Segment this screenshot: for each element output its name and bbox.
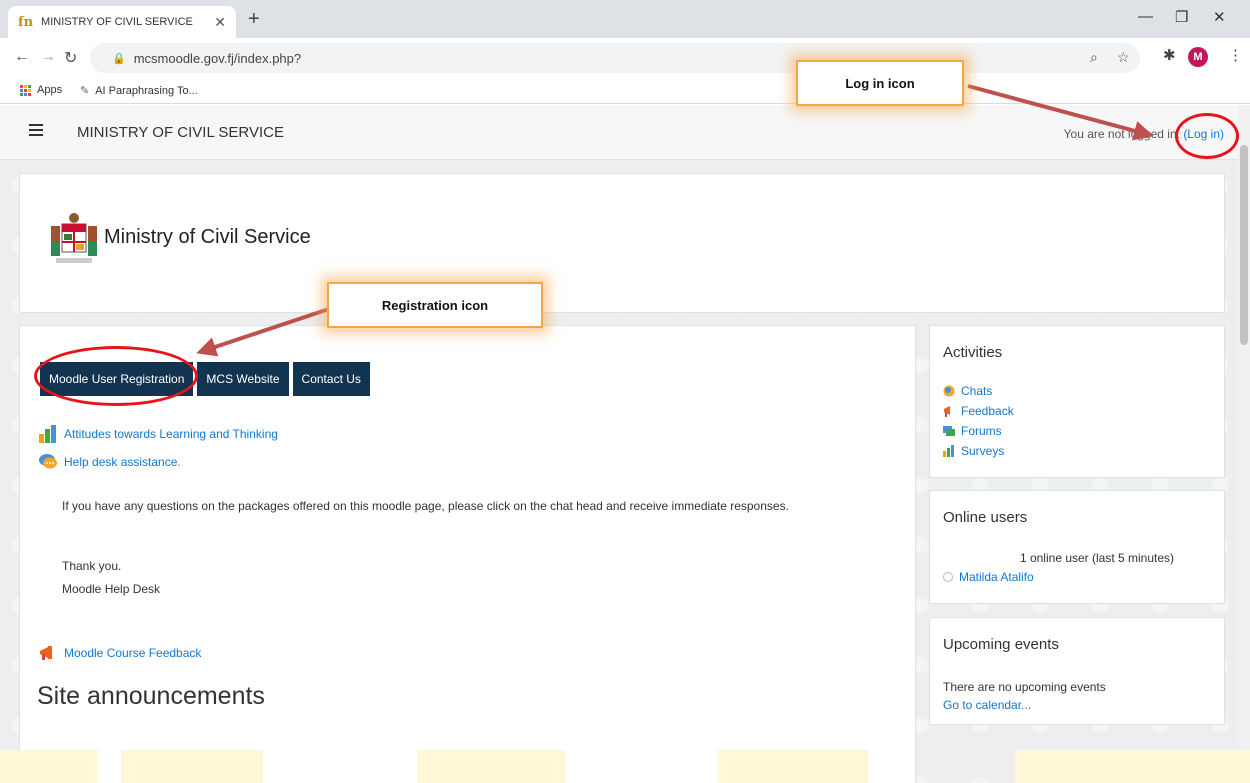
activities-block: Activities Chats Feedback Forums Surveys	[929, 325, 1225, 478]
fiji-coat-of-arms-icon	[51, 213, 97, 263]
site-announcements-heading: Site announcements	[37, 682, 265, 710]
site-logo[interactable]: Ministry of Civil Service	[48, 208, 311, 270]
activities-block-title: Activities	[943, 344, 1003, 361]
upcoming-events-title: Upcoming events	[943, 636, 1059, 653]
browser-tab[interactable]: fn MINISTRY OF CIVIL SERVICE ✕	[8, 6, 236, 38]
chat-icon	[39, 454, 57, 469]
url-text: mcsmoodle.gov.fj/index.php?	[133, 50, 302, 66]
bookmark-apps[interactable]: Apps	[20, 84, 62, 96]
chat-icon	[943, 385, 955, 397]
activity-attitudes-survey[interactable]: Attitudes towards Learning and Thinking	[38, 425, 278, 443]
login-status-text: You are not logged in.	[1063, 127, 1180, 141]
page-scrollbar[interactable]	[1238, 105, 1250, 783]
activity-label: Attitudes towards Learning and Thinking	[64, 427, 278, 441]
activity-help-desk[interactable]: Help desk assistance.	[38, 453, 181, 471]
survey-icon	[39, 425, 56, 443]
site-name[interactable]: MINISTRY OF CIVIL SERVICE	[77, 124, 284, 141]
activity-label: Help desk assistance.	[64, 455, 181, 469]
new-tab-button[interactable]: +	[248, 8, 260, 31]
browser-tab-bar: fn MINISTRY OF CIVIL SERVICE ✕ + — ❐ ✕	[0, 0, 1250, 38]
thanks-text: Thank you.	[62, 559, 122, 573]
megaphone-icon	[40, 646, 52, 660]
bottom-highlight-stripes	[0, 750, 1250, 783]
extensions-icon[interactable]: ✱	[1163, 46, 1176, 64]
activity-label: Moodle Course Feedback	[64, 646, 202, 660]
bookmark-label: AI Paraphrasing To...	[95, 84, 198, 97]
forum-icon	[943, 426, 955, 436]
no-events-text: There are no upcoming events	[943, 680, 1106, 694]
moodle-page: MINISTRY OF CIVIL SERVICE You are not lo…	[0, 105, 1238, 783]
reload-icon[interactable]: ↻	[64, 48, 77, 68]
online-users-title: Online users	[943, 509, 1028, 526]
logo-text: Ministry of Civil Service	[104, 225, 311, 248]
browser-menu-icon[interactable]: ⋮	[1228, 46, 1243, 64]
sidebar-item-forums[interactable]: Forums	[943, 424, 1002, 438]
scrollbar-thumb[interactable]	[1240, 145, 1248, 345]
sidebar-item-label: Chats	[961, 384, 993, 398]
sidebar-item-label: Feedback	[961, 404, 1014, 418]
help-description: If you have any questions on the package…	[62, 499, 789, 513]
contact-us-button[interactable]: Contact Us	[292, 362, 370, 396]
feedback-icon	[944, 406, 950, 417]
sidebar-item-surveys[interactable]: Surveys	[943, 444, 1004, 458]
restore-icon[interactable]: ❐	[1175, 8, 1188, 26]
registration-highlight-ellipse	[34, 346, 198, 406]
feather-icon: ✎	[80, 85, 90, 97]
page-header: Ministry of Civil Service	[19, 173, 1225, 313]
profile-avatar[interactable]: M	[1188, 47, 1208, 67]
sidebar-item-label: Forums	[961, 424, 1002, 438]
apps-grid-icon	[20, 84, 31, 96]
survey-icon	[943, 445, 954, 457]
moodle-navbar: MINISTRY OF CIVIL SERVICE You are not lo…	[0, 105, 1238, 160]
close-tab-icon[interactable]: ✕	[214, 14, 226, 31]
user-icon	[943, 572, 953, 582]
upcoming-events-block: Upcoming events There are no upcoming ev…	[929, 617, 1225, 725]
bookmarks-bar: Apps ✎ AI Paraphrasing To...	[0, 78, 1250, 104]
url-bar[interactable]: 🔒 mcsmoodle.gov.fj/index.php? ⌕ ☆	[90, 43, 1140, 73]
tab-title: MINISTRY OF CIVIL SERVICE	[41, 16, 193, 28]
site-favicon-icon: fn	[18, 14, 34, 30]
bookmark-ai-paraphrasing[interactable]: ✎ AI Paraphrasing To...	[80, 84, 198, 98]
online-users-block: Online users 1 online user (last 5 minut…	[929, 490, 1225, 604]
bookmark-label: Apps	[37, 84, 63, 96]
registration-callout: Registration icon	[327, 282, 543, 328]
back-icon[interactable]: ←	[14, 48, 30, 66]
close-window-icon[interactable]: ✕	[1213, 8, 1226, 26]
go-to-calendar-link[interactable]: Go to calendar...	[943, 698, 1031, 712]
zoom-icon[interactable]: ⌕	[1090, 49, 1098, 66]
online-users-summary: 1 online user (last 5 minutes)	[1019, 551, 1175, 565]
login-highlight-ellipse	[1175, 113, 1239, 159]
minimize-icon[interactable]: —	[1138, 8, 1153, 25]
mcs-website-button[interactable]: MCS Website	[197, 362, 289, 396]
bookmark-star-icon[interactable]: ☆	[1117, 49, 1130, 66]
sidebar-item-label: Surveys	[961, 444, 1005, 458]
login-callout: Log in icon	[796, 60, 964, 106]
online-user[interactable]: Matilda Atalifo	[943, 570, 1034, 584]
hamburger-menu-icon[interactable]	[29, 124, 43, 139]
sidebar-item-chats[interactable]: Chats	[943, 384, 992, 398]
sidebar-item-feedback[interactable]: Feedback	[943, 404, 1014, 418]
forward-icon[interactable]: →	[40, 48, 56, 66]
address-bar-row: ← → ↻ 🔒 mcsmoodle.gov.fj/index.php? ⌕ ☆	[0, 38, 1250, 78]
activity-course-feedback[interactable]: Moodle Course Feedback	[38, 644, 201, 662]
signature-text: Moodle Help Desk	[62, 582, 161, 596]
lock-icon: 🔒	[112, 52, 126, 65]
online-user-name: Matilda Atalifo	[959, 570, 1034, 584]
